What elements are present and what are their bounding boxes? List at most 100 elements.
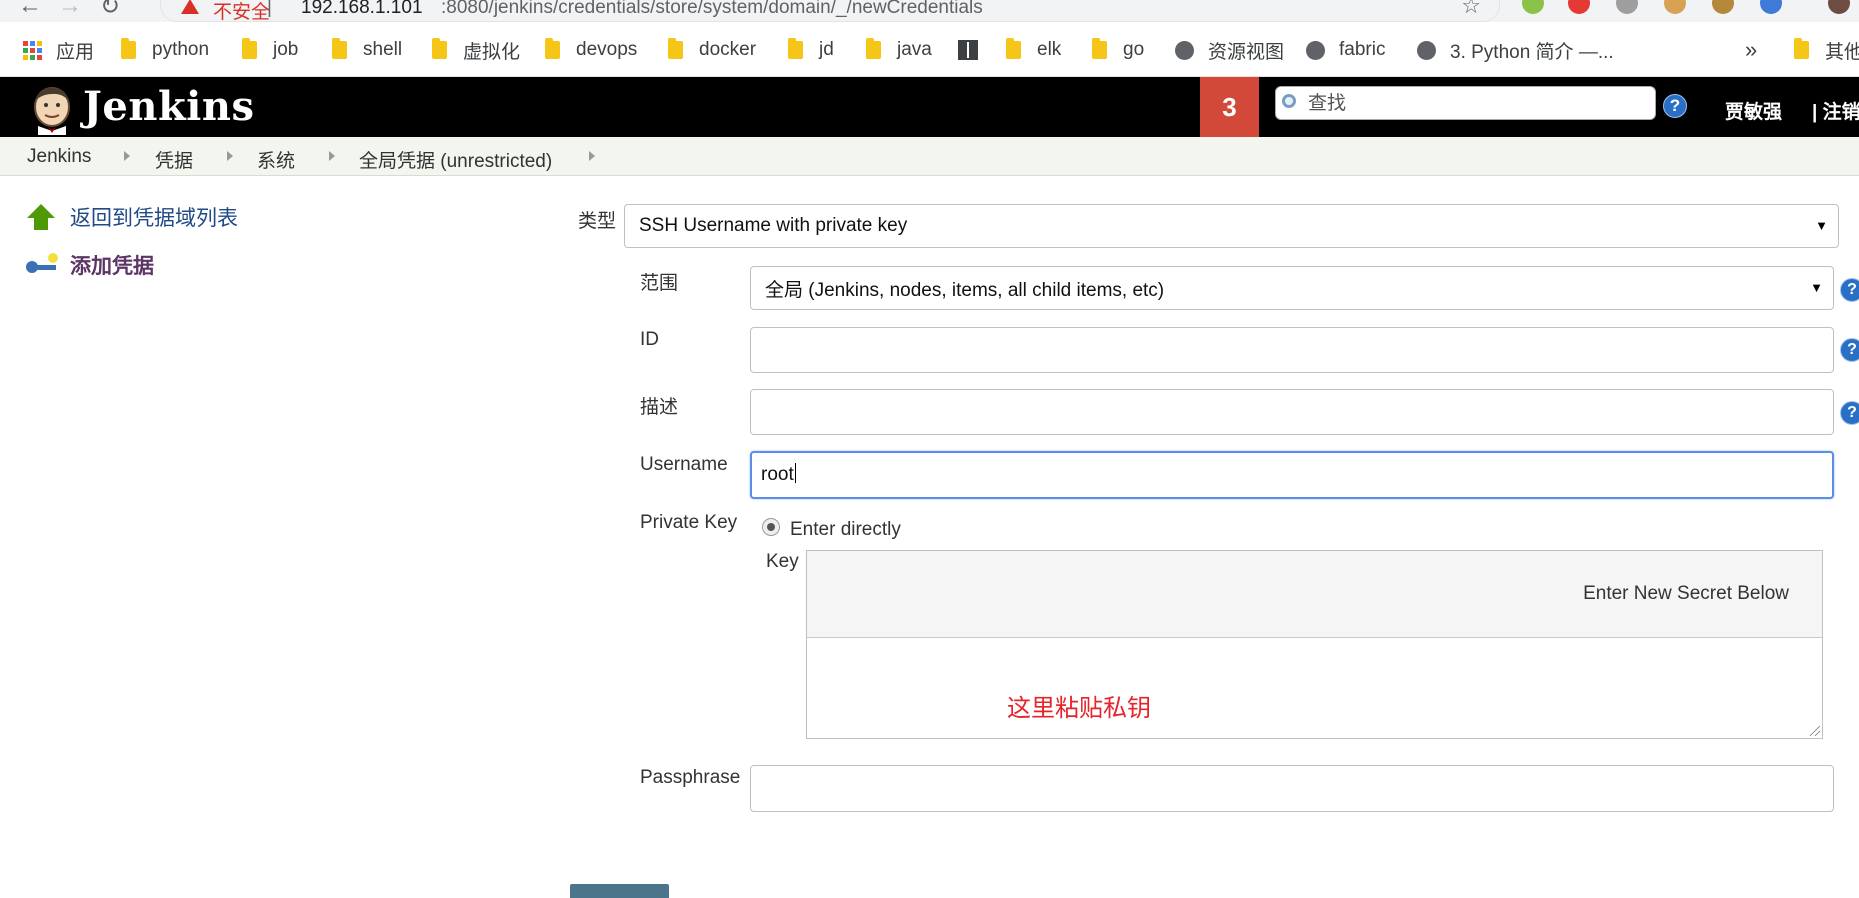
security-label: 不安全 — [213, 2, 271, 23]
breadcrumb: Jenkins 凭据 系统 全局凭据 (unrestricted) — [0, 137, 1859, 176]
kind-select-value: SSH Username with private key — [639, 215, 908, 236]
bookmark-label: 虚拟化 — [463, 41, 521, 63]
description-input[interactable] — [750, 389, 1834, 435]
bookmark-devops[interactable]: devops — [545, 38, 637, 62]
help-icon[interactable]: ? — [1663, 94, 1687, 118]
id-help-icon[interactable]: ? — [1840, 338, 1859, 362]
bookmark-label: 应用 — [56, 41, 95, 63]
resize-handle-icon[interactable] — [1810, 726, 1820, 736]
globe-icon — [1417, 40, 1436, 60]
username-input[interactable]: root — [750, 451, 1834, 499]
user-link[interactable]: 贾敏强 — [1725, 97, 1782, 124]
back-icon[interactable]: ← — [18, 0, 42, 20]
bookmark-apps[interactable]: 应用 — [23, 38, 95, 63]
folder-icon — [1092, 38, 1107, 59]
bookmark-resource-view[interactable]: 资源视图 — [1175, 38, 1285, 63]
private-key-label: Private Key — [640, 512, 738, 533]
reload-icon[interactable]: ↻ — [100, 0, 120, 21]
enter-directly-label[interactable]: Enter directly — [790, 519, 901, 541]
folder-icon — [1794, 38, 1809, 59]
text-caret — [794, 463, 796, 483]
folder-icon — [432, 38, 447, 59]
scope-select[interactable]: 全局 (Jenkins, nodes, items, all child ite… — [750, 266, 1834, 310]
folder-icon — [121, 38, 136, 59]
bookmark-label: shell — [363, 39, 403, 60]
dropdown-arrow-icon: ▼ — [1810, 280, 1823, 295]
jenkins-header: Jenkins 3 ? 贾敏强 | 注销 — [0, 77, 1859, 137]
globe-icon — [1175, 40, 1194, 60]
bookmarks-bar: 应用 python job shell 虚拟化 devops docker jd… — [0, 22, 1859, 77]
secret-header: Enter New Secret Below — [807, 551, 1822, 638]
breadcrumb-arrow-icon[interactable] — [329, 151, 335, 161]
breadcrumb-jenkins[interactable]: Jenkins — [27, 146, 91, 168]
bookmark-python-intro[interactable]: 3. Python 简介 —... — [1417, 38, 1614, 63]
key-label: Key — [766, 551, 799, 572]
bookmark-python[interactable]: python — [121, 38, 209, 62]
breadcrumb-arrow-icon[interactable] — [124, 151, 130, 161]
scope-label: 范围 — [640, 273, 679, 294]
url-field[interactable]: 不安全 | 192.168.1.101 :8080/jenkins/creden… — [160, 0, 1500, 23]
scope-select-value: 全局 (Jenkins, nodes, items, all child ite… — [765, 279, 1165, 301]
bookmark-label: elk — [1037, 39, 1062, 60]
add-credentials-link[interactable]: 添加凭据 — [26, 250, 154, 280]
jenkins-title[interactable]: Jenkins — [83, 83, 254, 130]
back-to-domains-link[interactable]: 返回到凭据域列表 — [26, 202, 238, 232]
back-link-label: 返回到凭据域列表 — [70, 207, 238, 230]
search-box[interactable] — [1275, 86, 1656, 120]
breadcrumb-arrow-icon[interactable] — [227, 151, 233, 161]
up-arrow-icon — [26, 202, 56, 232]
folder-icon — [788, 38, 803, 59]
opera-icon[interactable] — [1568, 0, 1590, 14]
kind-select[interactable]: SSH Username with private key ▼ — [624, 204, 1839, 248]
enter-directly-radio[interactable] — [762, 518, 780, 536]
bookmark-label: 资源视图 — [1208, 41, 1285, 63]
bookmark-docker[interactable]: docker — [668, 38, 756, 62]
passphrase-input[interactable] — [750, 765, 1834, 812]
bookmark-jd[interactable]: jd — [788, 38, 834, 62]
logout-link[interactable]: | 注销 — [1812, 97, 1859, 124]
breadcrumb-credentials[interactable]: 凭据 — [155, 146, 193, 173]
add-link-label: 添加凭据 — [70, 255, 154, 278]
bookmark-star-icon[interactable]: ☆ — [1461, 0, 1481, 19]
description-help-icon[interactable]: ? — [1840, 401, 1859, 425]
bookmark-other[interactable]: 其他 — [1794, 38, 1859, 63]
translate-icon[interactable] — [1760, 0, 1782, 14]
extension-icon[interactable] — [1712, 0, 1734, 14]
bookmark-job[interactable]: job — [242, 38, 298, 62]
bookmark-go[interactable]: go — [1092, 38, 1144, 62]
bookmark-java[interactable]: java — [866, 38, 932, 62]
search-input[interactable] — [1306, 91, 1650, 117]
ok-button[interactable] — [570, 884, 669, 898]
bookmark-shell[interactable]: shell — [332, 38, 402, 62]
breadcrumb-system[interactable]: 系统 — [257, 146, 295, 173]
id-input[interactable] — [750, 327, 1834, 373]
bookmark-fabric[interactable]: fabric — [1306, 38, 1385, 62]
folder-icon — [242, 38, 257, 59]
bookmark-label: 其他 — [1825, 41, 1859, 63]
kind-label: 类型 — [578, 211, 617, 232]
browser-address-bar: ← → ↻ 不安全 | 192.168.1.101 :8080/jenkins/… — [0, 0, 1859, 23]
bookmarks-overflow-button[interactable]: » — [1745, 37, 1757, 62]
paste-key-hint: 这里粘贴私钥 — [1007, 694, 1151, 722]
apps-icon — [23, 40, 42, 60]
notification-badge[interactable]: 3 — [1200, 77, 1259, 137]
breadcrumb-arrow-icon[interactable] — [589, 151, 595, 161]
id-label: ID — [640, 329, 659, 350]
jenkins-butler-logo[interactable] — [26, 83, 78, 135]
username-input-value: root — [761, 464, 794, 485]
breadcrumb-global-credentials[interactable]: 全局凭据 (unrestricted) — [359, 146, 552, 173]
bookmark-book[interactable] — [958, 38, 978, 62]
profile-avatar[interactable] — [1828, 0, 1850, 14]
bookmark-label: fabric — [1339, 39, 1386, 60]
bookmark-elk[interactable]: elk — [1006, 38, 1061, 62]
folder-icon — [668, 38, 683, 59]
key-icon — [26, 253, 60, 277]
bookmark-virtualization[interactable]: 虚拟化 — [432, 38, 521, 63]
extension-icon[interactable] — [1616, 0, 1638, 14]
private-key-textarea[interactable]: 这里粘贴私钥 — [807, 638, 1822, 738]
cookie-icon[interactable] — [1664, 0, 1686, 14]
book-icon — [958, 40, 978, 60]
forward-icon[interactable]: → — [58, 0, 82, 20]
extension-icon[interactable] — [1522, 0, 1544, 14]
scope-help-icon[interactable]: ? — [1840, 278, 1859, 302]
